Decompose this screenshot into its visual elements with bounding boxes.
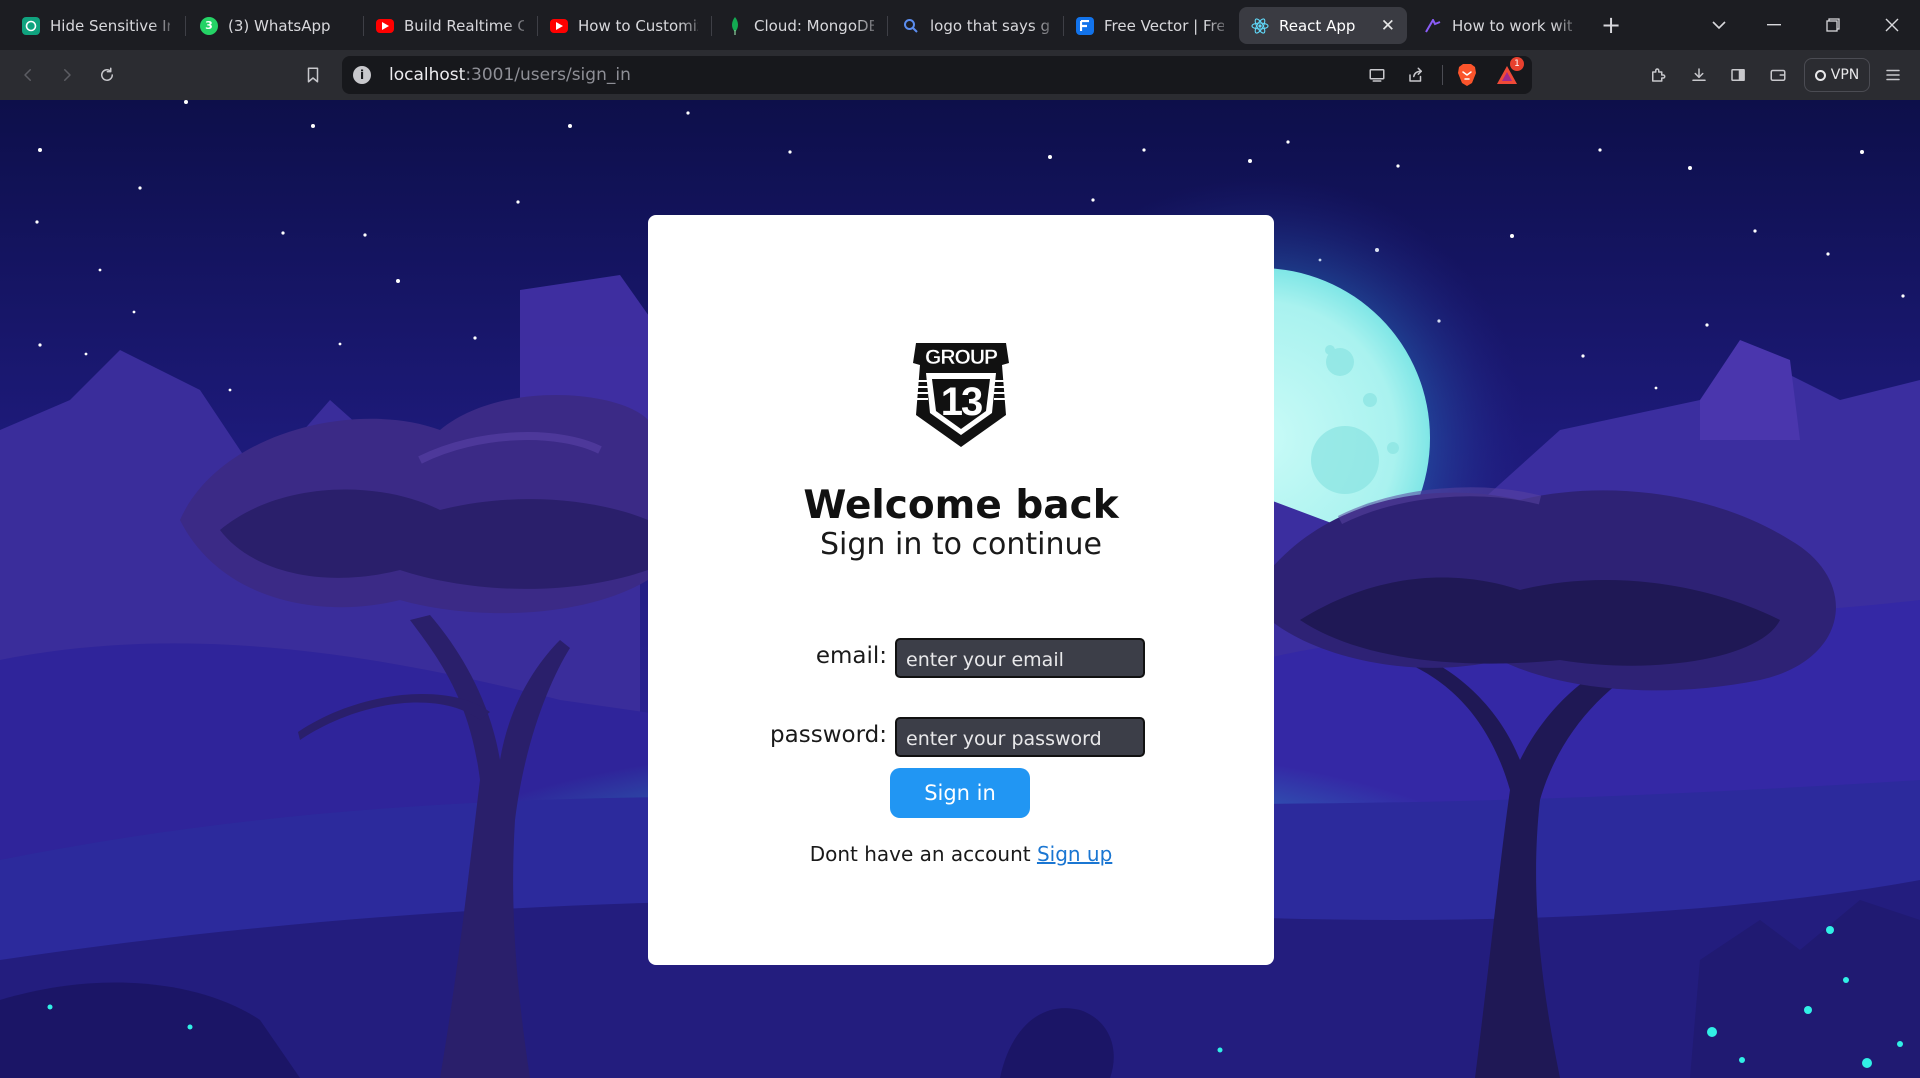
signup-prompt-text: Dont have an account xyxy=(809,842,1037,866)
bookmark-button[interactable] xyxy=(298,60,328,90)
toolbar-divider xyxy=(1442,65,1443,85)
restore-icon xyxy=(1826,18,1840,32)
react-icon xyxy=(1251,17,1269,35)
restore-window-button[interactable] xyxy=(1817,10,1849,40)
rewards-badge: 1 xyxy=(1510,57,1524,71)
cast-icon xyxy=(1369,69,1385,82)
tab-how-to-work-with[interactable]: How to work with xyxy=(1412,7,1584,44)
sign-in-card: GROUP 13 Welcome back Sign in to continu… xyxy=(648,215,1274,965)
arrow-right-icon xyxy=(64,69,71,81)
brave-shields-button[interactable] xyxy=(1452,60,1482,90)
tab-title: Hide Sensitive Info xyxy=(50,16,170,35)
password-field[interactable] xyxy=(895,717,1145,757)
tab-how-to-customize[interactable]: How to Customize xyxy=(538,7,710,44)
tab-divider xyxy=(185,16,186,36)
share-button[interactable] xyxy=(1401,60,1431,90)
arrow-left-icon xyxy=(24,69,31,81)
tab-whatsapp[interactable]: 3 (3) WhatsApp xyxy=(188,7,360,44)
cast-button[interactable] xyxy=(1362,60,1392,90)
chevron-down-icon xyxy=(1712,21,1726,30)
back-button[interactable] xyxy=(13,60,43,90)
password-label: password: xyxy=(770,722,887,748)
sign-in-button[interactable]: Sign in xyxy=(890,768,1030,818)
tab-free-vector[interactable]: Free Vector | Free xyxy=(1064,7,1236,44)
cursor-icon xyxy=(1424,17,1442,35)
email-row: email: xyxy=(648,638,1274,680)
brave-rewards-button[interactable]: 1 xyxy=(1492,57,1524,90)
forward-button[interactable] xyxy=(52,60,82,90)
brave-lion-icon xyxy=(1458,64,1476,86)
youtube-icon xyxy=(376,18,394,33)
tab-title: logo that says group xyxy=(930,16,1050,35)
tab-build-realtime-chat[interactable]: Build Realtime Chat xyxy=(364,7,536,44)
tab-title: How to Customize xyxy=(578,16,698,35)
tab-divider xyxy=(711,16,712,36)
sign-up-link[interactable]: Sign up xyxy=(1037,842,1112,866)
vpn-label: VPN xyxy=(1830,67,1860,83)
vpn-status-icon xyxy=(1814,69,1826,81)
sidebar-button[interactable] xyxy=(1723,60,1753,90)
sidebar-icon xyxy=(1731,69,1745,81)
bookmark-icon xyxy=(307,67,319,83)
close-window-button[interactable] xyxy=(1876,10,1908,40)
url-text: localhost:3001/users/sign_in xyxy=(389,65,631,85)
email-field[interactable] xyxy=(895,638,1145,678)
tab-title: Cloud: MongoDB xyxy=(754,16,874,35)
minimize-icon xyxy=(1767,24,1781,26)
site-info-icon[interactable]: i xyxy=(353,66,371,84)
wallet-button[interactable] xyxy=(1763,60,1793,90)
downloads-button[interactable] xyxy=(1684,60,1714,90)
logo-number-text: 13 xyxy=(941,380,982,424)
tab-search-button[interactable] xyxy=(1703,10,1735,40)
minimize-window-button[interactable] xyxy=(1758,10,1790,40)
reload-button[interactable] xyxy=(92,60,122,90)
search-icon xyxy=(902,17,920,35)
share-icon xyxy=(1409,67,1422,82)
tab-divider xyxy=(887,16,888,36)
close-icon xyxy=(1885,18,1899,32)
password-row: password: xyxy=(648,717,1274,759)
browser-tab-strip: Hide Sensitive Info 3 (3) WhatsApp Build… xyxy=(0,0,1920,50)
browser-toolbar: i localhost:3001/users/sign_in 1 VPN xyxy=(0,50,1920,100)
group-13-logo: GROUP 13 xyxy=(910,343,1012,447)
close-tab-icon[interactable]: ✕ xyxy=(1371,16,1395,36)
puzzle-icon xyxy=(1652,68,1666,82)
tab-hide-sensitive-info[interactable]: Hide Sensitive Info xyxy=(10,7,182,44)
address-bar[interactable]: i localhost:3001/users/sign_in 1 xyxy=(342,56,1532,94)
url-host: localhost xyxy=(389,65,466,85)
tab-title: React App xyxy=(1279,16,1356,35)
tab-react-app[interactable]: React App ✕ xyxy=(1239,7,1407,44)
plus-icon: + xyxy=(1600,11,1622,39)
mongodb-leaf-icon xyxy=(726,16,744,35)
extensions-button[interactable] xyxy=(1643,60,1673,90)
whatsapp-icon: 3 xyxy=(200,16,218,35)
tab-cloud-mongodb[interactable]: Cloud: MongoDB xyxy=(714,7,886,44)
tab-logo-search[interactable]: logo that says group xyxy=(890,7,1062,44)
reload-icon xyxy=(101,67,113,81)
page-viewport: GROUP 13 Welcome back Sign in to continu… xyxy=(0,100,1920,1078)
whatsapp-unread-count: 3 xyxy=(205,19,213,32)
tab-title: Build Realtime Chat xyxy=(404,16,524,35)
signup-prompt: Dont have an account Sign up xyxy=(648,842,1274,866)
freepik-icon xyxy=(1076,16,1094,35)
url-path: :3001/users/sign_in xyxy=(465,65,631,85)
vpn-button[interactable]: VPN xyxy=(1804,58,1870,92)
openai-icon xyxy=(22,16,40,35)
youtube-icon xyxy=(550,18,568,33)
download-icon xyxy=(1692,68,1706,81)
main-menu-button[interactable] xyxy=(1878,60,1908,90)
sign-in-subheading: Sign in to continue xyxy=(820,527,1102,562)
tab-title: Free Vector | Free xyxy=(1104,16,1224,35)
new-tab-button[interactable]: + xyxy=(1595,10,1627,40)
tab-title: (3) WhatsApp xyxy=(228,16,331,35)
logo-group-text: GROUP xyxy=(925,346,998,369)
email-label: email: xyxy=(815,643,887,669)
wallet-icon xyxy=(1770,69,1786,81)
tab-title: How to work with xyxy=(1452,16,1572,35)
welcome-heading: Welcome back xyxy=(803,483,1119,528)
hamburger-menu-icon xyxy=(1886,69,1900,81)
